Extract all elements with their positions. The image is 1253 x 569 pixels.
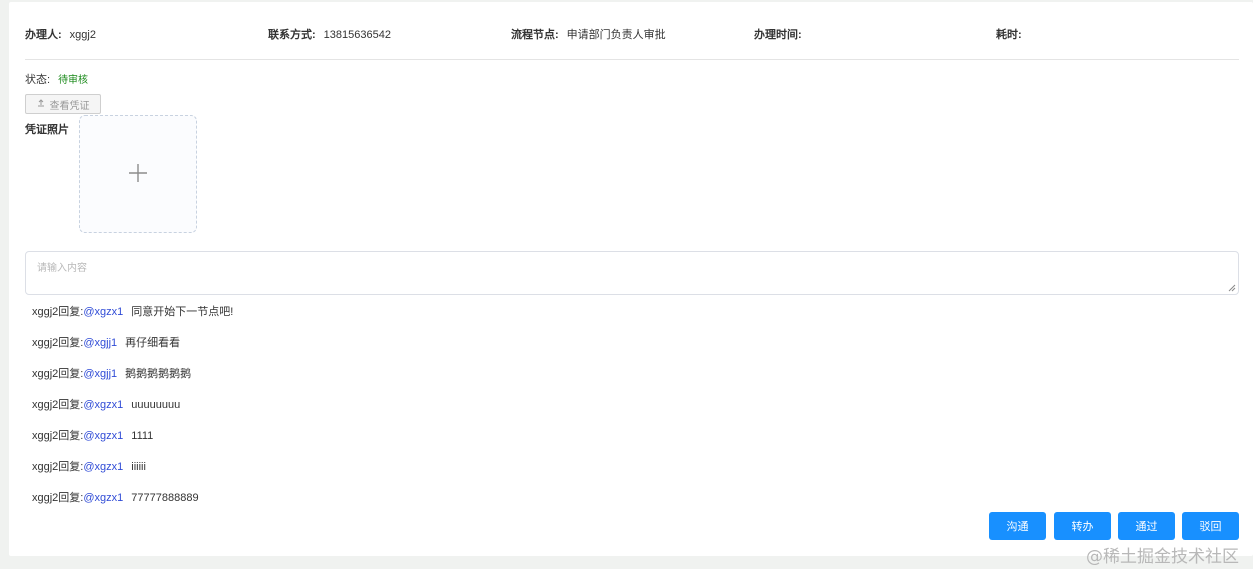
reply-mention[interactable]: @xgzx1 — [83, 399, 123, 411]
reply-message: iiiiii — [131, 461, 146, 473]
node-info: 流程节点: 申请部门负责人审批 — [511, 28, 666, 42]
reply-user: xggj2回复: — [32, 399, 84, 411]
list-item: xggj2回复:@xgzx1 同意开始下一节点吧! — [32, 305, 233, 336]
status-row: 状态: 待审核 — [25, 73, 88, 88]
reply-message: 77777888889 — [131, 492, 199, 504]
comment-box — [25, 251, 1239, 295]
reply-user: xggj2回复: — [32, 306, 84, 318]
reply-user: xggj2回复: — [32, 368, 84, 380]
reply-user: xggj2回复: — [32, 337, 84, 349]
reply-mention[interactable]: @xgjj1 — [83, 337, 117, 349]
divider — [25, 59, 1239, 60]
reply-list: xggj2回复:@xgzx1 同意开始下一节点吧! xggj2回复:@xgjj1 再… — [32, 305, 233, 522]
reply-mention[interactable]: @xgzx1 — [83, 430, 123, 442]
view-voucher-button[interactable]: 查看凭证 — [25, 94, 101, 114]
contact-label: 联系方式: — [268, 29, 316, 41]
status-label: 状态: — [25, 74, 51, 86]
list-item: xggj2回复:@xgzx1 uuuuuuuu — [32, 398, 233, 429]
reject-button[interactable]: 驳回 — [1182, 512, 1239, 540]
list-item: xggj2回复:@xgzx1 77777888889 — [32, 491, 233, 522]
handler-info: 办理人: xggj2 — [25, 28, 96, 42]
node-label: 流程节点: — [511, 29, 559, 41]
communicate-button[interactable]: 沟通 — [989, 512, 1046, 540]
list-item: xggj2回复:@xgzx1 iiiiii — [32, 460, 233, 491]
reply-message: uuuuuuuu — [131, 399, 181, 411]
reply-mention[interactable]: @xgzx1 — [83, 492, 123, 504]
reply-mention[interactable]: @xgjj1 — [83, 368, 117, 380]
status-badge: 待审核 — [58, 75, 89, 86]
reply-message: 同意开始下一节点吧! — [131, 306, 234, 318]
watermark: @稀土掘金技术社区 — [1086, 547, 1239, 567]
reply-user: xggj2回复: — [32, 492, 84, 504]
time-label: 办理时间: — [754, 29, 802, 41]
approve-button[interactable]: 通过 — [1118, 512, 1175, 540]
list-item: xggj2回复:@xgzx1 1111 — [32, 429, 233, 460]
photo-uploader[interactable] — [79, 115, 197, 233]
photo-label: 凭证照片 — [25, 124, 69, 136]
approval-card: 办理人: xggj2 联系方式: 13815636542 流程节点: 申请部门负责人审… — [9, 2, 1253, 556]
list-item: xggj2回复:@xgjj1 再仔细看看 — [32, 336, 233, 367]
reply-mention[interactable]: @xgzx1 — [83, 461, 123, 473]
node-value: 申请部门负责人审批 — [566, 29, 666, 41]
reply-message: 再仔细看看 — [125, 337, 181, 349]
plus-icon — [129, 164, 147, 182]
reply-message: 鹅鹅鹅鹅鹅鹅 — [125, 368, 192, 380]
duration-label: 耗时: — [996, 29, 1022, 41]
contact-info: 联系方式: 13815636542 — [268, 28, 391, 42]
view-voucher-label: 查看凭证 — [49, 100, 90, 112]
contact-value: 13815636542 — [323, 29, 391, 41]
reply-user: xggj2回复: — [32, 461, 84, 473]
transfer-button[interactable]: 转办 — [1054, 512, 1111, 540]
resize-grip-icon[interactable] — [1228, 284, 1236, 292]
handler-label: 办理人: — [25, 29, 62, 41]
info-row: 办理人: xggj2 联系方式: 13815636542 流程节点: 申请部门负责人审… — [25, 28, 1239, 42]
reply-message: 1111 — [131, 430, 154, 442]
list-item: xggj2回复:@xgjj1 鹅鹅鹅鹅鹅鹅 — [32, 367, 233, 398]
comment-input[interactable] — [26, 252, 1238, 294]
reply-user: xggj2回复: — [32, 430, 84, 442]
time-info: 办理时间: — [754, 28, 810, 42]
handler-value: xggj2 — [69, 29, 96, 41]
duration-info: 耗时: — [996, 28, 1030, 42]
reply-mention[interactable]: @xgzx1 — [83, 306, 123, 318]
upload-icon — [37, 99, 45, 109]
